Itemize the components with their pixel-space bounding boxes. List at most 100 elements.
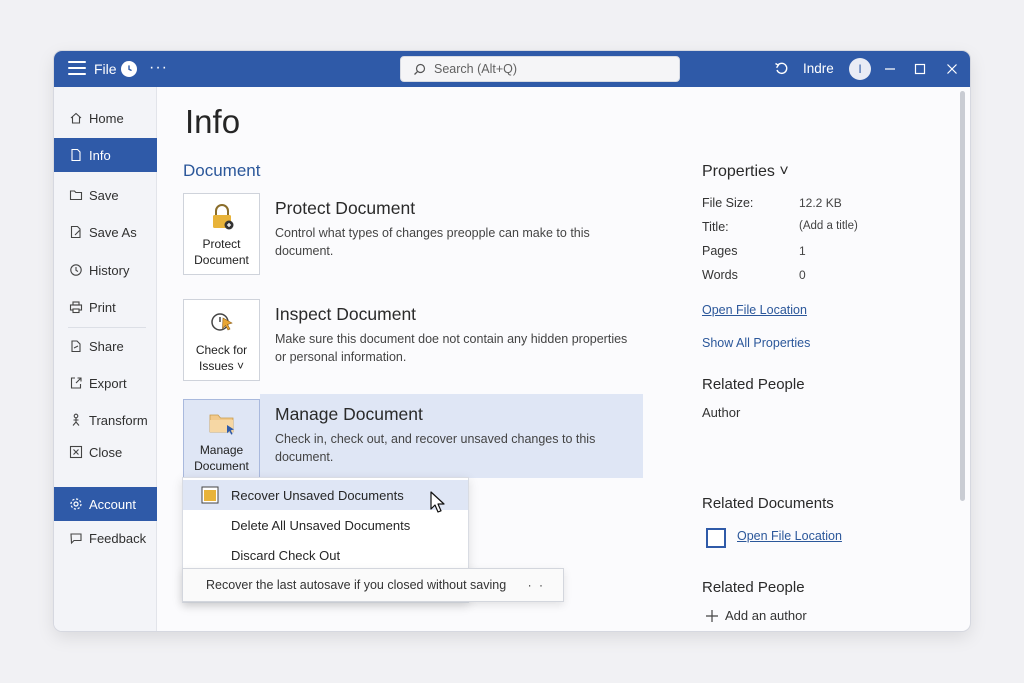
- manage-button-line2: Document: [194, 459, 249, 473]
- menu-item-label: Delete All Unsaved Documents: [231, 517, 411, 533]
- document-section-title: Document: [183, 161, 261, 180]
- more-options-icon[interactable]: ···: [149, 59, 168, 77]
- sidebar-item-home[interactable]: Home: [54, 101, 157, 135]
- check-issues-line1: Check for: [195, 343, 248, 357]
- gear-icon: [70, 498, 82, 510]
- sidebar-item-label: Feedback: [89, 530, 147, 546]
- prop-value-words: 0: [799, 268, 806, 282]
- prop-label-title: Title:: [702, 220, 729, 234]
- close-box-icon: [69, 445, 83, 459]
- sidebar-item-info[interactable]: Info: [54, 138, 157, 172]
- sidebar-item-feedback[interactable]: Feedback: [54, 521, 157, 555]
- show-all-properties-link[interactable]: Show All Properties: [702, 336, 810, 350]
- sidebar-item-label: Info: [89, 147, 111, 163]
- prop-value-file-size: 12.2 KB: [799, 196, 842, 210]
- related-people-heading: Related People: [702, 376, 805, 393]
- save-as-icon: [70, 225, 81, 239]
- close-window-icon[interactable]: [942, 59, 962, 79]
- transform-icon: [72, 413, 80, 426]
- search-icon: [414, 63, 426, 75]
- prop-value-title[interactable]: (Add a title): [799, 220, 858, 232]
- hamburger-menu-icon[interactable]: [68, 61, 86, 75]
- inspect-document-description: Make sure this document doe not contain …: [275, 332, 628, 364]
- protect-document-title: Protect Document: [275, 198, 416, 218]
- sidebar-item-print[interactable]: Print: [54, 290, 157, 324]
- export-icon: [70, 377, 82, 389]
- menu-item-discard-check-out[interactable]: Discard Check Out: [183, 540, 468, 570]
- menu-item-label: Discard Check Out: [231, 547, 341, 563]
- printer-icon: [69, 301, 83, 314]
- sidebar-item-label: Export: [89, 375, 127, 391]
- menu-item-label: Recover Unsaved Documents: [231, 487, 404, 503]
- sidebar-item-history[interactable]: History: [54, 253, 157, 287]
- avatar[interactable]: I: [849, 58, 871, 80]
- document-folder-icon: [201, 486, 219, 504]
- manage-button-line1: Manage: [199, 443, 244, 457]
- related-open-file-location-link[interactable]: Open File Location: [737, 529, 842, 543]
- word-window: File ··· Search (Alt+Q) Indre I Home Inf…: [54, 51, 970, 631]
- sidebar-item-label: Print: [89, 299, 116, 315]
- prop-label-file-size: File Size:: [702, 196, 754, 210]
- backstage-sidebar: Home Info Save Save As History Print Sha…: [54, 87, 157, 631]
- document-icon: [71, 148, 81, 162]
- file-menu-button[interactable]: File: [94, 61, 117, 77]
- sidebar-divider: [68, 327, 146, 328]
- folder-icon: [69, 190, 83, 201]
- sidebar-item-label: Share: [89, 338, 124, 354]
- sidebar-item-label: Close: [89, 444, 123, 460]
- plus-icon: [706, 609, 718, 622]
- prop-label-pages: Pages: [702, 244, 738, 258]
- sidebar-item-export[interactable]: Export: [54, 366, 157, 400]
- sidebar-item-label: Home: [89, 110, 124, 126]
- page-title: Info: [185, 103, 241, 140]
- sidebar-item-close[interactable]: Close: [54, 435, 157, 469]
- menu-item-recover-unsaved[interactable]: Recover Unsaved Documents: [183, 480, 468, 510]
- inspect-icon: [210, 313, 233, 331]
- home-icon: [70, 112, 82, 124]
- inspect-document-title: Inspect Document: [275, 304, 417, 324]
- lock-icon: [212, 204, 233, 230]
- sidebar-item-label: Account: [89, 496, 136, 512]
- feedback-icon: [70, 533, 82, 545]
- manage-document-button[interactable]: Manage Document: [183, 399, 260, 481]
- folder-icon: [209, 414, 234, 435]
- check-for-issues-button[interactable]: Check for Issues ˅: [183, 299, 260, 381]
- user-name[interactable]: Indre: [803, 61, 834, 76]
- mouse-cursor-icon: [430, 491, 445, 513]
- sidebar-item-account[interactable]: Account: [54, 487, 157, 521]
- sidebar-item-label: Save: [89, 187, 119, 203]
- undo-icon[interactable]: [774, 61, 789, 76]
- protect-document-description: Control what types of changes preopple c…: [275, 226, 590, 258]
- search-placeholder: Search (Alt+Q): [434, 62, 518, 76]
- sidebar-item-save[interactable]: Save: [54, 178, 157, 212]
- sidebar-item-save-as[interactable]: Save As: [54, 215, 157, 249]
- sidebar-item-label: Save As: [89, 224, 137, 240]
- autosave-clock-icon[interactable]: [121, 61, 137, 77]
- menu-item-delete-unsaved[interactable]: Delete All Unsaved Documents: [183, 510, 468, 540]
- share-icon: [71, 340, 81, 353]
- tooltip-text: Recover the last autosave if you closed …: [206, 578, 507, 592]
- tooltip-dots: · ·: [527, 578, 545, 592]
- info-pane: Info Document Protect Document Protect D…: [158, 87, 958, 631]
- add-author-label: Add an author: [725, 608, 807, 623]
- vertical-scrollbar[interactable]: [960, 91, 965, 501]
- sidebar-item-transform[interactable]: Transform: [54, 403, 157, 437]
- manage-document-title: Manage Document: [275, 404, 423, 424]
- maximize-icon[interactable]: [910, 59, 930, 79]
- title-bar: File ··· Search (Alt+Q) Indre I: [54, 51, 970, 87]
- minimize-icon[interactable]: [880, 59, 900, 79]
- related-people-heading-2: Related People: [702, 579, 805, 596]
- open-file-location-link[interactable]: Open File Location: [702, 303, 807, 317]
- protect-button-line1: Protect: [202, 237, 241, 251]
- prop-label-words: Words: [702, 268, 738, 282]
- manage-document-description: Check in, check out, and recover unsaved…: [275, 432, 596, 464]
- properties-header[interactable]: Properties ˅: [702, 163, 789, 181]
- folder-outline-icon: [706, 528, 726, 548]
- related-documents-heading: Related Documents: [702, 495, 834, 512]
- protect-document-button[interactable]: Protect Document: [183, 193, 260, 275]
- add-author-button[interactable]: Add an author: [705, 608, 807, 623]
- check-issues-line2: Issues ˅: [198, 359, 245, 373]
- author-label: Author: [702, 405, 741, 420]
- search-box[interactable]: Search (Alt+Q): [400, 56, 680, 82]
- sidebar-item-share[interactable]: Share: [54, 329, 157, 363]
